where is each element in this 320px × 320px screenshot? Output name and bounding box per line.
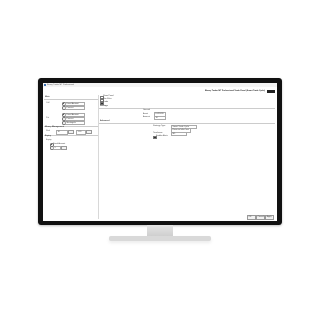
window-title: Binary Trader MT Professional — [47, 83, 74, 86]
expiry-input[interactable]: 5 — [53, 145, 61, 151]
right-panel: Show Panel Use Filter Trade Settings Gen… — [99, 95, 275, 220]
asset-label: Asset — [143, 112, 149, 115]
expiry-spin-button[interactable] — [61, 145, 67, 151]
start-button[interactable] — [267, 89, 275, 93]
apply-button[interactable]: Apply — [265, 215, 274, 220]
app-window: Binary Trader MT Professional Binary Tra… — [43, 83, 277, 221]
expiry-option-1-label: Fixed Amount — [53, 142, 66, 145]
risk-label: Risk — [46, 130, 50, 132]
expiry-label: Expiry — [46, 139, 52, 141]
amount-label: Amount — [143, 116, 150, 118]
monitor-stand-neck — [147, 225, 173, 236]
settings-section-header: Settings — [99, 105, 275, 109]
expiry-section-title: Expiry — [45, 135, 52, 137]
cancel-button[interactable]: Cancel — [256, 215, 265, 220]
header-title: Binary Trader MT Professional Trade Pane… — [204, 90, 265, 92]
general-subtitle: General — [143, 109, 151, 111]
risk-section-title: Money Management — [45, 126, 65, 128]
strategy-type-label: Strategy Type — [153, 125, 166, 127]
tab-trade[interactable]: Trade — [103, 101, 108, 103]
call-percent-field[interactable]: Percent — [65, 105, 85, 111]
left-panel: Main Call Fixed Amount Percent Put Fixed… — [44, 95, 99, 219]
ok-button[interactable]: OK — [247, 215, 256, 220]
advanced-section-header: Advanced — [99, 120, 275, 124]
monitor-stand-base — [109, 236, 211, 241]
enable-alerts-label: Enable Alerts — [156, 135, 168, 138]
put-label: Put — [46, 117, 50, 119]
header-bar: Binary Trader MT Professional Trade Pane… — [43, 87, 277, 95]
timeframe-select[interactable]: M5 — [171, 131, 187, 137]
app-icon — [44, 84, 46, 86]
call-label: Call — [46, 102, 50, 104]
